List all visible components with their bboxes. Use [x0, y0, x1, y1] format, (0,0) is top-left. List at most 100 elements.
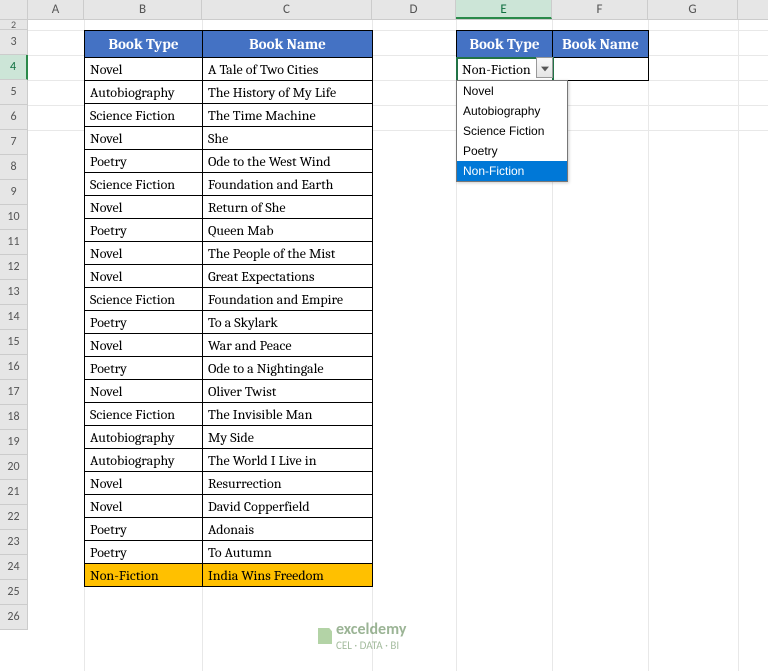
row-header-26[interactable]: 26 — [0, 605, 28, 630]
table-row: PoetryOde to a Nightingale — [85, 357, 373, 380]
dropdown-item[interactable]: Novel — [457, 81, 567, 101]
cell-book-type[interactable]: Poetry — [85, 219, 203, 242]
row-header-13[interactable]: 13 — [0, 280, 28, 305]
cell-book-type[interactable]: Science Fiction — [85, 173, 203, 196]
cell-book-type[interactable]: Autobiography — [85, 449, 203, 472]
row-header-17[interactable]: 17 — [0, 380, 28, 405]
cell-book-name[interactable]: The World I Live in — [203, 449, 373, 472]
cell-book-name[interactable]: My Side — [203, 426, 373, 449]
table-row: NovelShe — [85, 127, 373, 150]
cell-book-type[interactable]: Novel — [85, 334, 203, 357]
cell-book-type[interactable]: Poetry — [85, 518, 203, 541]
cell-book-name[interactable]: Ode to a Nightingale — [203, 357, 373, 380]
watermark-brand: exceldemy — [336, 620, 406, 639]
cell-book-name[interactable]: She — [203, 127, 373, 150]
cell-book-type[interactable]: Non-Fiction — [85, 564, 203, 587]
cell-book-name[interactable]: Great Expectations — [203, 265, 373, 288]
row-header-15[interactable]: 15 — [0, 330, 28, 355]
cell-book-type[interactable]: Novel — [85, 472, 203, 495]
cell-book-type[interactable]: Poetry — [85, 150, 203, 173]
cell-book-type[interactable]: Novel — [85, 58, 203, 81]
row-header-14[interactable]: 14 — [0, 305, 28, 330]
row-header-19[interactable]: 19 — [0, 430, 28, 455]
row-header-6[interactable]: 6 — [0, 105, 28, 130]
cell-book-type[interactable]: Novel — [85, 196, 203, 219]
cell-book-type[interactable]: Novel — [85, 495, 203, 518]
row-header-18[interactable]: 18 — [0, 405, 28, 430]
cell-book-type[interactable]: Poetry — [85, 357, 203, 380]
cell-book-type[interactable]: Novel — [85, 380, 203, 403]
row-header-7[interactable]: 7 — [0, 130, 28, 155]
row-header-12[interactable]: 12 — [0, 255, 28, 280]
dropdown-item[interactable]: Poetry — [457, 141, 567, 161]
main-data-table: Book Type Book Name NovelA Tale of Two C… — [84, 30, 373, 587]
cell-book-name[interactable]: The People of the Mist — [203, 242, 373, 265]
cell-book-type[interactable]: Poetry — [85, 541, 203, 564]
cell-book-name[interactable]: Queen Mab — [203, 219, 373, 242]
dropdown-item[interactable]: Autobiography — [457, 101, 567, 121]
table-row: NovelThe People of the Mist — [85, 242, 373, 265]
cell-book-name[interactable]: Ode to the West Wind — [203, 150, 373, 173]
cell-area[interactable]: Book Type Book Name NovelA Tale of Two C… — [28, 20, 768, 671]
cell-book-type[interactable]: Novel — [85, 265, 203, 288]
cell-book-name[interactable]: David Copperfield — [203, 495, 373, 518]
row-header-11[interactable]: 11 — [0, 230, 28, 255]
dropdown-button[interactable] — [536, 57, 553, 78]
cell-book-name[interactable]: Return of She — [203, 196, 373, 219]
cell-book-name[interactable]: To a Skylark — [203, 311, 373, 334]
cell-book-name[interactable]: War and Peace — [203, 334, 373, 357]
col-header-E[interactable]: E — [456, 0, 552, 19]
row-header-24[interactable]: 24 — [0, 555, 28, 580]
lookup-header-book-type[interactable]: Book Type — [457, 31, 553, 58]
row-header-2[interactable]: 2 — [0, 20, 28, 30]
cell-book-name[interactable]: The Invisible Man — [203, 403, 373, 426]
cell-book-name[interactable]: The Time Machine — [203, 104, 373, 127]
cell-book-type[interactable]: Novel — [85, 242, 203, 265]
col-header-A[interactable]: A — [28, 0, 84, 19]
row-header-16[interactable]: 16 — [0, 355, 28, 380]
cell-book-name-value[interactable] — [553, 58, 649, 81]
cell-book-type[interactable]: Science Fiction — [85, 288, 203, 311]
cell-book-name[interactable]: A Tale of Two Cities — [203, 58, 373, 81]
col-header-F[interactable]: F — [552, 0, 648, 19]
cell-book-type[interactable]: Autobiography — [85, 81, 203, 104]
cell-book-type[interactable]: Poetry — [85, 311, 203, 334]
table-row: NovelResurrection — [85, 472, 373, 495]
dropdown-list[interactable]: NovelAutobiographyScience FictionPoetryN… — [456, 80, 568, 182]
col-header-C[interactable]: C — [202, 0, 372, 19]
row-header-10[interactable]: 10 — [0, 205, 28, 230]
cell-book-name[interactable]: To Autumn — [203, 541, 373, 564]
header-book-type[interactable]: Book Type — [85, 31, 203, 58]
cell-book-name[interactable]: Oliver Twist — [203, 380, 373, 403]
dropdown-item[interactable]: Science Fiction — [457, 121, 567, 141]
row-header-9[interactable]: 9 — [0, 180, 28, 205]
table-row: Science FictionThe Time Machine — [85, 104, 373, 127]
table-row: NovelWar and Peace — [85, 334, 373, 357]
cell-book-name[interactable]: Foundation and Empire — [203, 288, 373, 311]
row-header-5[interactable]: 5 — [0, 80, 28, 105]
col-header-G[interactable]: G — [648, 0, 738, 19]
row-header-21[interactable]: 21 — [0, 480, 28, 505]
col-header-B[interactable]: B — [84, 0, 202, 19]
row-header-8[interactable]: 8 — [0, 155, 28, 180]
cell-book-name[interactable]: Resurrection — [203, 472, 373, 495]
col-header-D[interactable]: D — [372, 0, 456, 19]
cell-book-name[interactable]: Adonais — [203, 518, 373, 541]
header-book-name[interactable]: Book Name — [203, 31, 373, 58]
select-all-corner[interactable] — [0, 0, 28, 19]
cell-book-type[interactable]: Science Fiction — [85, 403, 203, 426]
cell-book-name[interactable]: India Wins Freedom — [203, 564, 373, 587]
cell-book-type[interactable]: Autobiography — [85, 426, 203, 449]
row-header-3[interactable]: 3 — [0, 30, 28, 55]
dropdown-item[interactable]: Non-Fiction — [457, 161, 567, 181]
row-header-25[interactable]: 25 — [0, 580, 28, 605]
row-header-20[interactable]: 20 — [0, 455, 28, 480]
cell-book-type[interactable]: Novel — [85, 127, 203, 150]
row-header-4[interactable]: 4 — [0, 55, 28, 80]
lookup-header-book-name[interactable]: Book Name — [553, 31, 649, 58]
cell-book-type[interactable]: Science Fiction — [85, 104, 203, 127]
row-header-23[interactable]: 23 — [0, 530, 28, 555]
cell-book-name[interactable]: The History of My Life — [203, 81, 373, 104]
row-header-22[interactable]: 22 — [0, 505, 28, 530]
cell-book-name[interactable]: Foundation and Earth — [203, 173, 373, 196]
